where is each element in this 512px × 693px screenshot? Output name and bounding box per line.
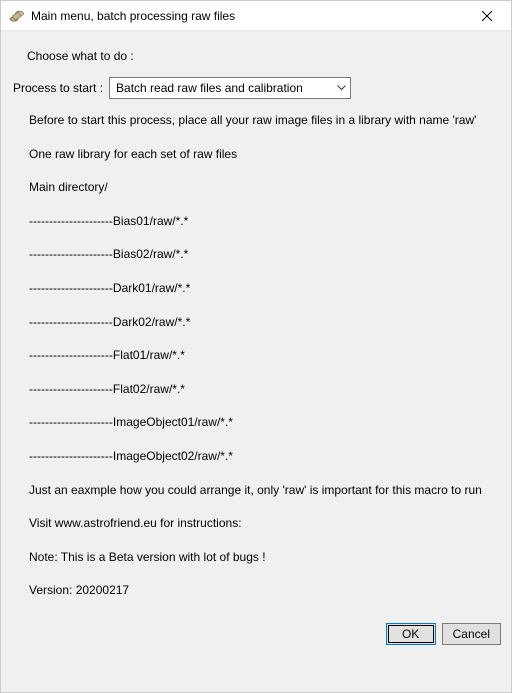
chevron-down-icon bbox=[337, 85, 346, 91]
instruction-line: ---------------------Bias01/raw/*.* bbox=[29, 214, 501, 230]
close-button[interactable] bbox=[467, 2, 507, 30]
prompt-label: Choose what to do : bbox=[1, 49, 511, 77]
process-label: Process to start : bbox=[13, 81, 103, 95]
instruction-line: Main directory/ bbox=[29, 180, 501, 196]
instruction-line: ---------------------Bias02/raw/*.* bbox=[29, 247, 501, 263]
cancel-button-label: Cancel bbox=[453, 627, 490, 641]
instruction-line: Note: This is a Beta version with lot of… bbox=[29, 550, 501, 566]
instruction-line: ---------------------ImageObject01/raw/*… bbox=[29, 415, 501, 431]
instructions-body: Before to start this process, place all … bbox=[1, 113, 511, 617]
process-dropdown[interactable]: Batch read raw files and calibration bbox=[109, 77, 351, 99]
app-icon bbox=[9, 8, 25, 24]
ok-button[interactable]: OK bbox=[386, 623, 436, 645]
instruction-line: ---------------------Dark02/raw/*.* bbox=[29, 315, 501, 331]
instruction-line: ---------------------Flat02/raw/*.* bbox=[29, 382, 501, 398]
dialog-footer: OK Cancel bbox=[1, 617, 511, 653]
dialog-window: Main menu, batch processing raw files Ch… bbox=[0, 0, 512, 693]
ok-button-label: OK bbox=[402, 627, 419, 641]
titlebar: Main menu, batch processing raw files bbox=[1, 1, 511, 31]
instruction-line: ---------------------ImageObject02/raw/*… bbox=[29, 449, 501, 465]
close-icon bbox=[482, 11, 492, 21]
instruction-line: Just an eaxmple how you could arrange it… bbox=[29, 483, 501, 499]
instruction-line: Visit www.astrofriend.eu for instruction… bbox=[29, 516, 501, 532]
instruction-line: ---------------------Flat01/raw/*.* bbox=[29, 348, 501, 364]
process-selected-value: Batch read raw files and calibration bbox=[116, 81, 303, 95]
instruction-line: One raw library for each set of raw file… bbox=[29, 147, 501, 163]
instruction-line: Version: 20200217 bbox=[29, 583, 501, 599]
instruction-line: ---------------------Dark01/raw/*.* bbox=[29, 281, 501, 297]
process-row: Process to start : Batch read raw files … bbox=[1, 77, 511, 113]
instruction-line: Before to start this process, place all … bbox=[29, 113, 501, 129]
cancel-button[interactable]: Cancel bbox=[442, 623, 501, 645]
content-area: Choose what to do : Process to start : B… bbox=[1, 31, 511, 692]
window-title: Main menu, batch processing raw files bbox=[31, 9, 467, 23]
